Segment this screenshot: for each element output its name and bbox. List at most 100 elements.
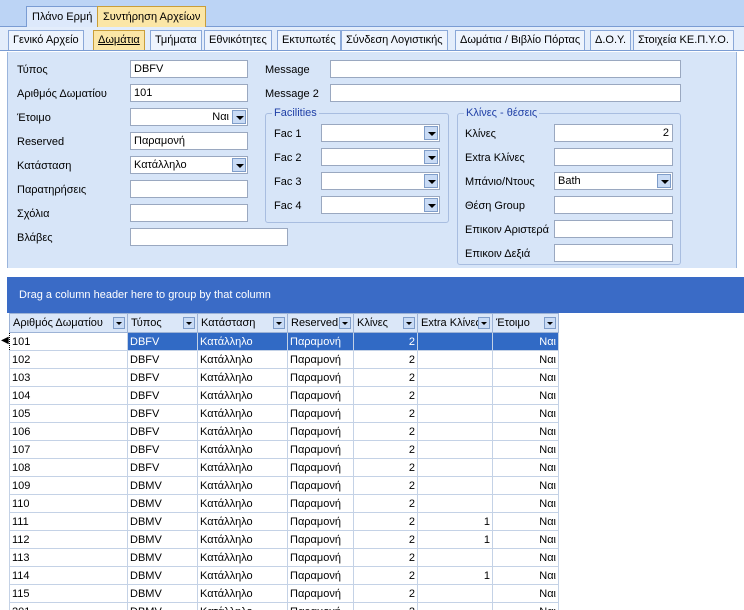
- table-cell[interactable]: 105: [9, 404, 128, 423]
- table-cell[interactable]: Κατάλληλο: [197, 530, 288, 549]
- filter-dropdown-icon[interactable]: [183, 317, 195, 329]
- filter-dropdown-icon[interactable]: [478, 317, 490, 329]
- chevron-down-icon[interactable]: [657, 174, 671, 188]
- table-cell[interactable]: Ναι: [492, 584, 559, 603]
- table-cell[interactable]: 2: [353, 440, 418, 459]
- chevron-down-icon[interactable]: [424, 198, 438, 212]
- extra-beds-input[interactable]: [554, 148, 673, 166]
- table-cell[interactable]: [417, 458, 493, 477]
- table-row[interactable]: 201DBMVΚατάλληλοΠαραμονή2 Ναι: [9, 602, 559, 610]
- table-cell[interactable]: DBMV: [127, 602, 198, 610]
- column-header[interactable]: Extra Κλίνες: [417, 313, 493, 333]
- table-cell[interactable]: [417, 332, 493, 351]
- tab-departments[interactable]: Τμήματα: [150, 30, 202, 50]
- table-cell[interactable]: [417, 386, 493, 405]
- tab-general-file[interactable]: Γενικό Αρχείο: [8, 30, 84, 50]
- damages-input[interactable]: [130, 228, 288, 246]
- table-cell[interactable]: [417, 548, 493, 567]
- table-cell[interactable]: 111: [9, 512, 128, 531]
- table-cell[interactable]: 1: [417, 512, 493, 531]
- bath-select[interactable]: Bath: [554, 172, 673, 190]
- table-cell[interactable]: [417, 350, 493, 369]
- table-cell[interactable]: Παραμονή: [287, 530, 354, 549]
- tab-accounting-link[interactable]: Σύνδεση Λογιστικής: [341, 30, 448, 50]
- table-row[interactable]: 102 DBFV Κατάλληλο Παραμονή 2 Ναι: [9, 350, 559, 369]
- table-cell[interactable]: DBFV: [127, 404, 198, 423]
- table-cell[interactable]: 107: [9, 440, 128, 459]
- table-cell[interactable]: Παραμονή: [287, 422, 354, 441]
- chevron-down-icon[interactable]: [424, 126, 438, 140]
- table-row[interactable]: 101 DBFV Κατάλληλο Παραμονή 2 Ναι: [9, 332, 559, 351]
- table-cell[interactable]: Κατάλληλο: [197, 350, 288, 369]
- table-cell[interactable]: [417, 584, 493, 603]
- filter-dropdown-icon[interactable]: [339, 317, 351, 329]
- table-cell[interactable]: 2: [353, 512, 418, 531]
- table-cell[interactable]: 103: [9, 368, 128, 387]
- table-cell[interactable]: Κατάλληλο: [197, 512, 288, 531]
- table-cell[interactable]: Παραμονή: [287, 458, 354, 477]
- table-cell[interactable]: 1: [417, 530, 493, 549]
- message-input[interactable]: [330, 60, 681, 78]
- table-cell[interactable]: Παραμονή: [287, 602, 354, 610]
- message2-input[interactable]: [330, 84, 681, 102]
- chevron-down-icon[interactable]: [424, 174, 438, 188]
- column-header[interactable]: Reserved: [287, 313, 354, 333]
- table-cell[interactable]: Κατάλληλο: [197, 368, 288, 387]
- comments-input[interactable]: [130, 204, 248, 222]
- table-cell[interactable]: 109: [9, 476, 128, 495]
- table-cell[interactable]: Κατάλληλο: [197, 440, 288, 459]
- table-cell[interactable]: Κατάλληλο: [197, 458, 288, 477]
- tab-file-maintenance[interactable]: Συντήρηση Αρχείων: [97, 6, 207, 27]
- beds-input[interactable]: 2: [554, 124, 673, 142]
- table-cell[interactable]: DBMV: [127, 494, 198, 513]
- table-cell[interactable]: Ναι: [492, 422, 559, 441]
- table-cell[interactable]: Κατάλληλο: [197, 548, 288, 567]
- table-cell[interactable]: Κατάλληλο: [197, 332, 288, 351]
- table-cell[interactable]: DBMV: [127, 530, 198, 549]
- table-cell[interactable]: 115: [9, 584, 128, 603]
- table-cell[interactable]: Κατάλληλο: [197, 476, 288, 495]
- table-cell[interactable]: 108: [9, 458, 128, 477]
- table-cell[interactable]: Παραμονή: [287, 512, 354, 531]
- table-cell[interactable]: 2: [353, 350, 418, 369]
- table-cell[interactable]: Παραμονή: [287, 566, 354, 585]
- table-cell[interactable]: Κατάλληλο: [197, 584, 288, 603]
- table-cell[interactable]: 110: [9, 494, 128, 513]
- table-cell[interactable]: Παραμονή: [287, 584, 354, 603]
- table-cell[interactable]: Κατάλληλο: [197, 404, 288, 423]
- table-row[interactable]: 103 DBFV Κατάλληλο Παραμονή 2 Ναι: [9, 368, 559, 387]
- table-row[interactable]: 107 DBFV Κατάλληλο Παραμονή 2 Ναι: [9, 440, 559, 459]
- table-row[interactable]: 113 DBMV Κατάλληλο Παραμονή 2 Ναι: [9, 548, 559, 567]
- table-cell[interactable]: DBFV: [127, 458, 198, 477]
- table-cell[interactable]: DBMV: [127, 512, 198, 531]
- table-cell[interactable]: 2: [353, 386, 418, 405]
- table-cell[interactable]: DBMV: [127, 584, 198, 603]
- table-cell[interactable]: 101: [9, 332, 128, 351]
- filter-dropdown-icon[interactable]: [273, 317, 285, 329]
- table-cell[interactable]: DBMV: [127, 548, 198, 567]
- table-cell[interactable]: Κατάλληλο: [197, 602, 288, 610]
- table-cell[interactable]: DBFV: [127, 440, 198, 459]
- table-cell[interactable]: Ναι: [492, 458, 559, 477]
- remarks-input[interactable]: [130, 180, 248, 198]
- status-select[interactable]: Κατάλληλο: [130, 156, 248, 174]
- table-cell[interactable]: 2: [353, 566, 418, 585]
- fac2-select[interactable]: [321, 148, 440, 166]
- table-cell[interactable]: Ναι: [492, 512, 559, 531]
- table-cell[interactable]: 1: [417, 566, 493, 585]
- table-cell[interactable]: Ναι: [492, 494, 559, 513]
- table-cell[interactable]: DBFV: [127, 386, 198, 405]
- table-cell[interactable]: Παραμονή: [287, 548, 354, 567]
- table-cell[interactable]: DBFV: [127, 368, 198, 387]
- table-row[interactable]: 108 DBFV Κατάλληλο Παραμονή 2 Ναι: [9, 458, 559, 477]
- tab-rooms-door-book[interactable]: Δωμάτια / Βιβλίο Πόρτας: [455, 30, 586, 50]
- table-row[interactable]: 105 DBFV Κατάλληλο Παραμονή 2 Ναι: [9, 404, 559, 423]
- table-cell[interactable]: [417, 368, 493, 387]
- table-cell[interactable]: Κατάλληλο: [197, 422, 288, 441]
- table-cell[interactable]: 2: [353, 368, 418, 387]
- column-header[interactable]: Αριθμός Δωματίου: [9, 313, 128, 333]
- table-cell[interactable]: [417, 404, 493, 423]
- table-cell[interactable]: 2: [353, 332, 418, 351]
- table-cell[interactable]: Ναι: [492, 332, 559, 351]
- table-cell[interactable]: DBMV: [127, 566, 198, 585]
